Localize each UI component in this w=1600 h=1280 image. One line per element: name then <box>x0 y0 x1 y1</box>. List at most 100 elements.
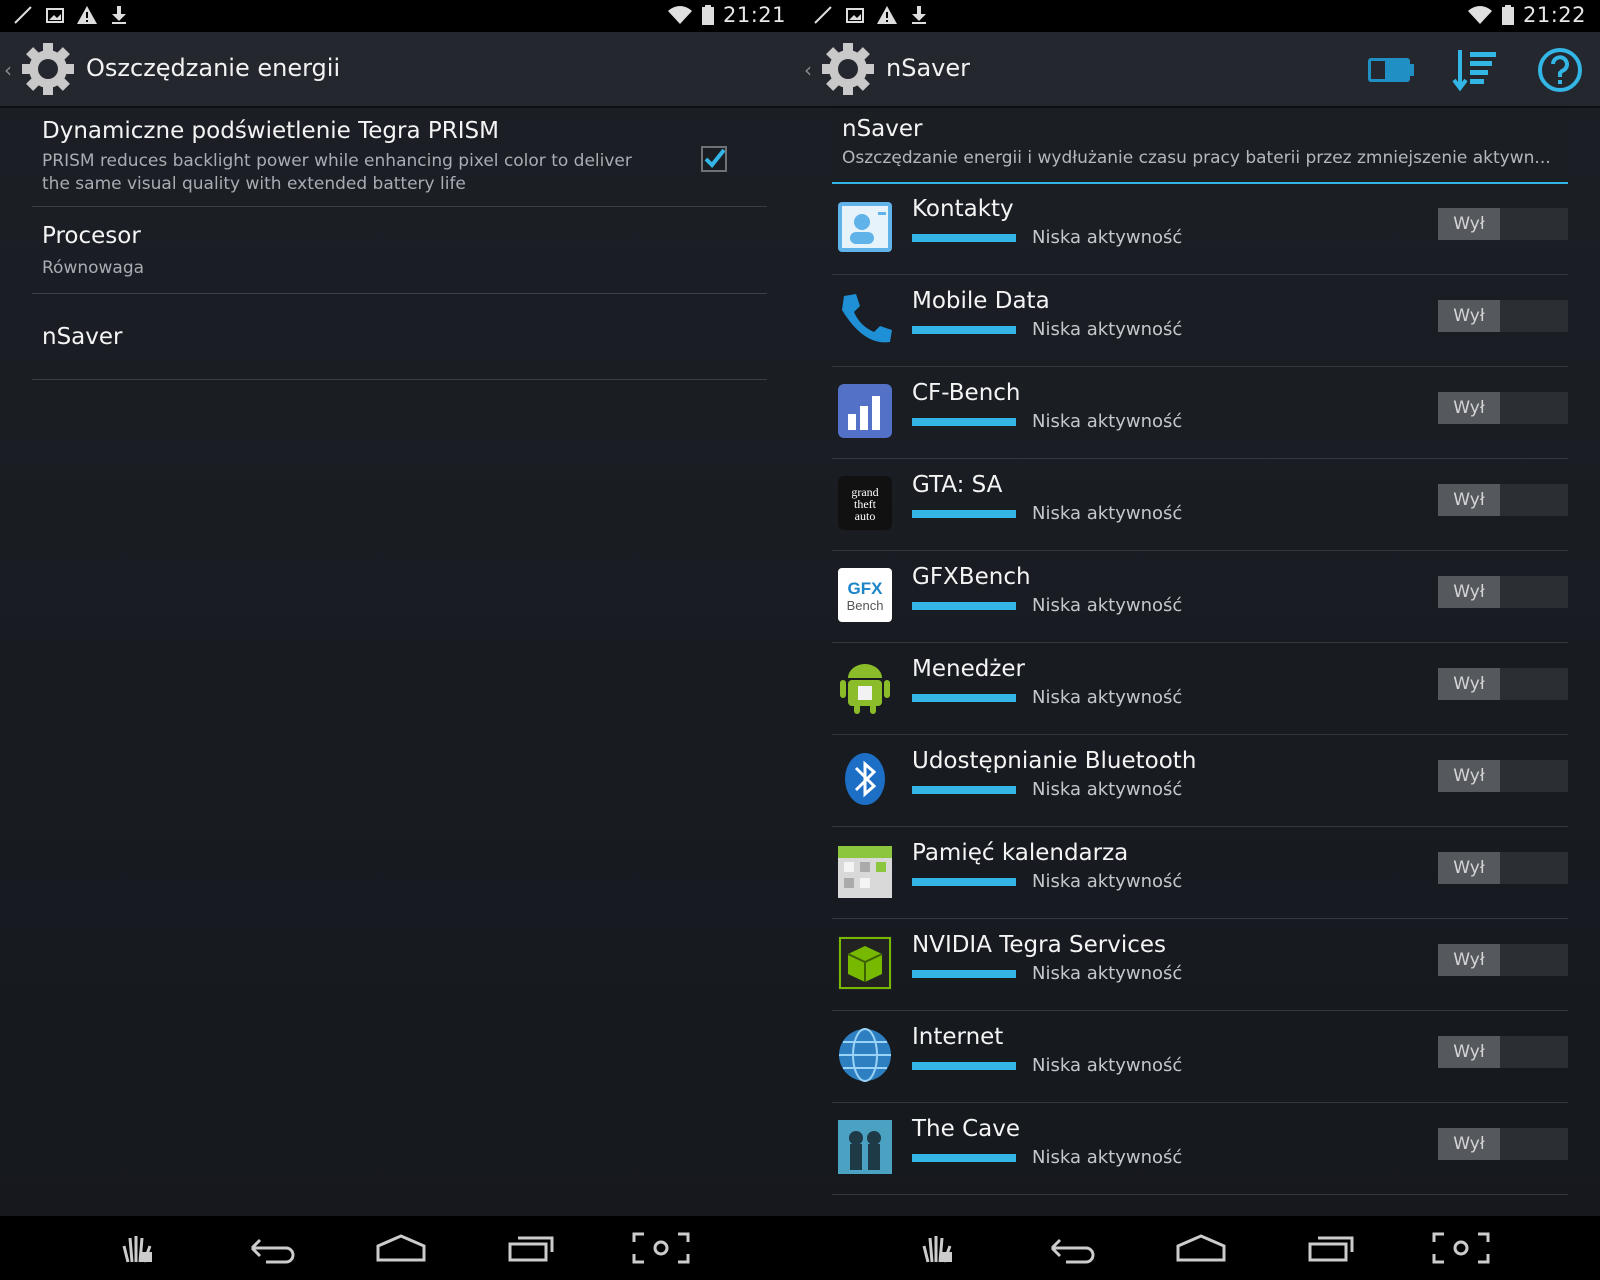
app-row[interactable]: Kontakty Niska aktywność Wył <box>832 182 1568 275</box>
app-toggle-switch[interactable]: Wył <box>1438 1036 1568 1068</box>
hand-lock-icon[interactable] <box>106 1226 176 1270</box>
contacts-icon <box>838 202 892 252</box>
nvidia-cube-icon <box>838 936 892 990</box>
activity-level-bar <box>912 694 1016 702</box>
up-caret-icon[interactable]: ‹ <box>804 58 812 82</box>
toggle-label: Wył <box>1438 576 1500 608</box>
action-bar: ‹ nSaver <box>800 32 1600 108</box>
activity-level-bar <box>912 602 1016 610</box>
wifi-icon <box>1467 6 1492 24</box>
cfbench-icon <box>838 384 892 438</box>
pref-tegra-prism[interactable]: Dynamiczne podświetlenie Tegra PRISM PRI… <box>32 108 767 207</box>
app-toggle-switch[interactable]: Wył <box>1438 484 1568 516</box>
activity-level-bar <box>912 234 1016 242</box>
prism-checkbox[interactable] <box>701 146 727 172</box>
toggle-label: Wył <box>1438 668 1500 700</box>
app-name: CF-Bench <box>912 380 1021 406</box>
image-icon <box>846 8 864 23</box>
battery-icon <box>1501 5 1514 25</box>
phone-icon <box>842 294 892 343</box>
recent-apps-icon[interactable] <box>1296 1226 1366 1270</box>
toggle-label: Wył <box>1438 300 1500 332</box>
hand-lock-icon[interactable] <box>906 1226 976 1270</box>
activity-level-bar <box>912 1062 1016 1070</box>
activity-level-label: Niska aktywność <box>1032 779 1183 800</box>
clock: 21:22 <box>1522 3 1586 27</box>
the-cave-icon <box>838 1120 892 1174</box>
help-icon[interactable] <box>1536 46 1584 94</box>
svg-text:GFX: GFX <box>848 579 884 598</box>
app-row[interactable]: Udostępnianie Bluetooth Niska aktywność Wy… <box>832 734 1568 827</box>
app-toggle-switch[interactable]: Wył <box>1438 668 1568 700</box>
screen-nsaver: 21:22 ‹ nSaver nSaver Oszczędzanie energ… <box>800 0 1600 1280</box>
sort-icon[interactable] <box>1452 46 1500 94</box>
status-bar: 21:21 <box>0 0 800 32</box>
app-row[interactable]: The Cave Niska aktywność Wył <box>832 1102 1568 1195</box>
app-name: GFXBench <box>912 564 1031 590</box>
app-row[interactable]: Pamięć kalendarza Niska aktywność Wył <box>832 826 1568 919</box>
pen-icon <box>814 6 832 24</box>
activity-level-bar <box>912 1154 1016 1162</box>
toggle-label: Wył <box>1438 1128 1500 1160</box>
battery-icon <box>701 5 714 25</box>
up-caret-icon[interactable]: ‹ <box>4 58 12 82</box>
pref-processor[interactable]: Procesor Równowaga <box>32 207 767 294</box>
download-icon <box>912 6 926 24</box>
app-row[interactable]: Internet Niska aktywność Wył <box>832 1010 1568 1103</box>
activity-level-label: Niska aktywność <box>1032 595 1183 616</box>
activity-level-bar <box>912 786 1016 794</box>
bluetooth-icon <box>845 753 885 805</box>
app-name: Internet <box>912 1024 1004 1050</box>
app-toggle-switch[interactable]: Wył <box>1438 760 1568 792</box>
wifi-icon <box>667 6 692 24</box>
battery-toggle-icon[interactable] <box>1366 46 1414 94</box>
calendar-icon <box>838 846 892 898</box>
back-icon[interactable] <box>236 1226 306 1270</box>
settings-gear-icon[interactable] <box>18 39 78 99</box>
app-row[interactable]: GFX Bench GFXBench Niska aktywność Wył <box>832 550 1568 643</box>
app-row[interactable]: CF-Bench Niska aktywność Wył <box>832 366 1568 459</box>
screenshot-icon[interactable] <box>1426 1226 1496 1270</box>
app-row[interactable]: Mobile Data Niska aktywność Wył <box>832 274 1568 367</box>
activity-level-label: Niska aktywność <box>1032 963 1183 984</box>
activity-level-label: Niska aktywność <box>1032 227 1183 248</box>
pref-title: Procesor <box>42 223 141 249</box>
page-title: Oszczędzanie energii <box>86 54 341 82</box>
app-toggle-switch[interactable]: Wył <box>1438 852 1568 884</box>
app-toggle-switch[interactable]: Wył <box>1438 208 1568 240</box>
gfxbench-icon: GFXBench <box>838 568 892 622</box>
nsaver-title: nSaver <box>842 116 923 142</box>
svg-text:Bench: Bench <box>847 598 884 613</box>
screenshot-icon[interactable] <box>626 1226 696 1270</box>
toggle-label: Wył <box>1438 484 1500 516</box>
recent-apps-icon[interactable] <box>496 1226 566 1270</box>
back-icon[interactable] <box>1036 1226 1106 1270</box>
page-title: nSaver <box>886 54 970 82</box>
navigation-bar <box>800 1216 1600 1280</box>
activity-level-bar <box>912 418 1016 426</box>
app-name: GTA: SA <box>912 472 1003 498</box>
settings-gear-icon[interactable] <box>818 39 878 99</box>
nsaver-header: nSaver Oszczędzanie energii i wydłużanie… <box>832 108 1568 184</box>
app-toggle-switch[interactable]: Wył <box>1438 300 1568 332</box>
home-icon[interactable] <box>1166 1226 1236 1270</box>
app-row[interactable]: NVIDIA Tegra Services Niska aktywność Wył <box>832 918 1568 1011</box>
pref-title: nSaver <box>42 324 123 350</box>
nsaver-summary: Oszczędzanie energii i wydłużanie czasu … <box>842 148 1551 168</box>
download-icon <box>112 6 126 24</box>
pen-icon <box>14 6 32 24</box>
pref-nsaver[interactable]: nSaver <box>32 294 767 380</box>
home-icon[interactable] <box>366 1226 436 1270</box>
app-toggle-switch[interactable]: Wył <box>1438 576 1568 608</box>
app-row[interactable]: grand theft auto GTA: SA Niska aktywność Wył <box>832 458 1568 551</box>
toggle-label: Wył <box>1438 760 1500 792</box>
activity-level-label: Niska aktywność <box>1032 687 1183 708</box>
activity-level-label: Niska aktywność <box>1032 1147 1183 1168</box>
app-toggle-switch[interactable]: Wył <box>1438 1128 1568 1160</box>
activity-level-bar <box>912 878 1016 886</box>
app-toggle-switch[interactable]: Wył <box>1438 944 1568 976</box>
app-toggle-switch[interactable]: Wył <box>1438 392 1568 424</box>
app-row[interactable]: Menedżer Niska aktywność Wył <box>832 642 1568 735</box>
activity-level-label: Niska aktywność <box>1032 319 1183 340</box>
pref-summary: Równowaga <box>42 258 145 278</box>
